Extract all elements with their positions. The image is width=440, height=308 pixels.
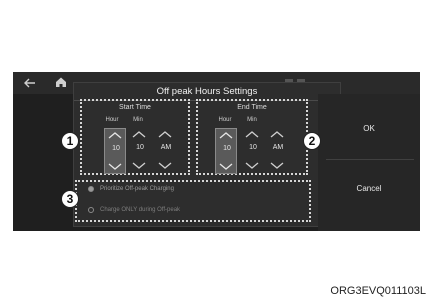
chevron-down-icon[interactable] <box>131 162 147 170</box>
option-label: Prioritize Off-peak Charging <box>100 186 174 192</box>
chevron-up-icon[interactable] <box>107 131 123 139</box>
end-min-spinner[interactable]: 10 <box>242 128 264 174</box>
back-arrow-icon[interactable] <box>23 76 37 90</box>
end-ampm-value: AM <box>272 144 284 151</box>
start-hour-spinner[interactable]: 10 <box>104 128 126 174</box>
start-min-spinner[interactable]: 10 <box>129 128 151 174</box>
chevron-down-icon[interactable] <box>218 163 234 171</box>
start-ampm-value: AM <box>160 144 172 151</box>
start-ampm-spinner[interactable]: AM <box>155 128 177 174</box>
radio-selected-icon[interactable] <box>88 186 94 192</box>
home-icon[interactable] <box>55 76 67 88</box>
ok-button[interactable]: OK <box>318 114 420 144</box>
chevron-up-icon[interactable] <box>131 130 147 138</box>
chevron-up-icon[interactable] <box>269 130 285 138</box>
start-hour-label: Hour <box>105 117 119 123</box>
end-time-title: End Time <box>237 104 267 111</box>
end-min-label: Min <box>247 117 257 123</box>
chevron-down-icon[interactable] <box>157 162 173 170</box>
start-min-label: Min <box>133 117 143 123</box>
option-label: Charge ONLY during Off-peak <box>100 207 181 213</box>
chevron-down-icon[interactable] <box>269 162 285 170</box>
start-min-value: 10 <box>136 144 144 151</box>
figure-caption: ORG3EVQ011103L <box>330 285 426 297</box>
end-hour-value: 10 <box>223 145 231 152</box>
chevron-down-icon[interactable] <box>244 162 260 170</box>
end-ampm-spinner[interactable]: AM <box>267 128 289 174</box>
start-time-title: Start Time <box>119 104 151 111</box>
action-divider <box>326 159 414 160</box>
end-hour-spinner[interactable]: 10 <box>215 128 237 174</box>
end-min-value: 10 <box>249 144 257 151</box>
cancel-button[interactable]: Cancel <box>318 174 420 204</box>
chevron-up-icon[interactable] <box>218 131 234 139</box>
radio-unselected-icon[interactable] <box>88 207 94 213</box>
chevron-down-icon[interactable] <box>107 163 123 171</box>
callout-2: 2 <box>303 132 321 150</box>
figure: Off peak Hours Settings OK Cancel Start … <box>0 0 440 308</box>
dialog-title: Off peak Hours Settings <box>156 86 258 97</box>
callout-3: 3 <box>61 190 79 208</box>
end-hour-label: Hour <box>218 117 232 123</box>
callout-1: 1 <box>61 132 79 150</box>
chevron-up-icon[interactable] <box>157 130 173 138</box>
start-hour-value: 10 <box>112 145 120 152</box>
chevron-up-icon[interactable] <box>244 130 260 138</box>
